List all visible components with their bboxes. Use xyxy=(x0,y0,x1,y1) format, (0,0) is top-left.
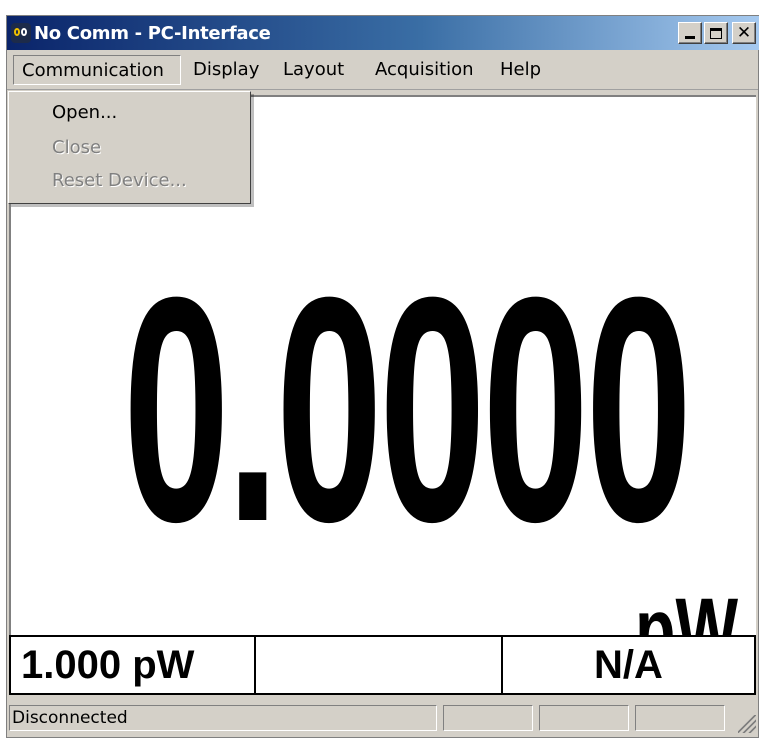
power-reading: 0.0000 xyxy=(123,230,692,588)
info-cell-middle xyxy=(256,637,503,693)
close-icon: ✕ xyxy=(736,22,752,43)
range-value: 1.000 pW xyxy=(11,637,256,693)
menu-item-reset-device: Reset Device... xyxy=(52,170,187,191)
status-bar: Disconnected xyxy=(7,703,758,735)
menu-communication[interactable]: Communication xyxy=(13,55,181,85)
window-title: No Comm - PC-Interface xyxy=(34,22,271,44)
minimize-button[interactable] xyxy=(678,22,702,44)
menu-display[interactable]: Display xyxy=(185,55,267,85)
communication-dropdown-menu: Open... Close Reset Device... xyxy=(8,91,251,204)
connection-status: Disconnected xyxy=(12,708,128,728)
menu-item-close: Close xyxy=(52,137,102,158)
maximize-button[interactable] xyxy=(704,22,728,44)
status-pane-connection: Disconnected xyxy=(9,705,437,731)
menu-bar: Communication Display Layout Acquisition… xyxy=(7,51,758,90)
menu-acquisition[interactable]: Acquisition xyxy=(367,55,482,85)
close-button[interactable]: ✕ xyxy=(732,22,756,44)
status-pane-4 xyxy=(635,705,725,731)
menu-item-open[interactable]: Open... xyxy=(9,97,250,129)
title-bar[interactable]: No Comm - PC-Interface ✕ xyxy=(7,16,759,50)
resize-grip-icon[interactable] xyxy=(738,715,756,733)
maximize-icon xyxy=(710,27,722,39)
app-logo-icon[interactable] xyxy=(11,23,31,43)
info-cell-right: N/A xyxy=(594,642,663,687)
status-pane-3 xyxy=(539,705,629,731)
menu-layout[interactable]: Layout xyxy=(275,55,352,85)
menu-help[interactable]: Help xyxy=(492,55,549,85)
status-pane-2 xyxy=(443,705,533,731)
info-bar: 1.000 pW N/A xyxy=(9,635,756,695)
minimize-icon xyxy=(685,36,695,39)
